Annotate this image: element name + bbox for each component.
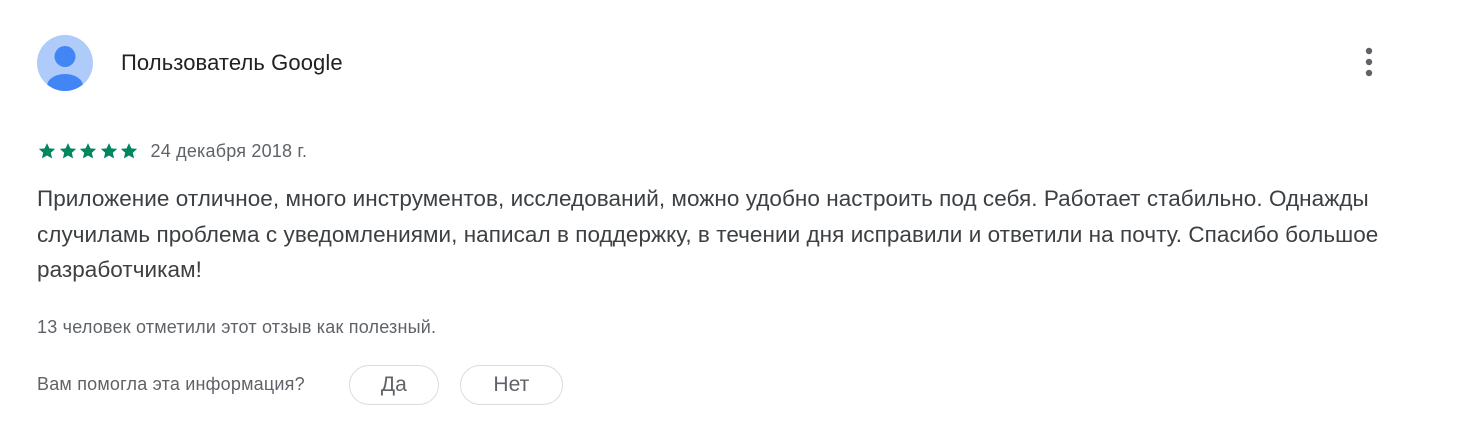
avatar [37,35,93,91]
review-date: 24 декабря 2018 г. [150,140,308,161]
more-options-button[interactable] [1352,45,1386,79]
star-rating [37,141,140,161]
helpfulness-prompt: Вам помогла эта информация? Да Нет [37,363,563,406]
review-meta: 24 декабря 2018 г. [37,138,307,164]
star-filled-icon [120,143,138,159]
more-vert-icon [1365,47,1373,77]
review-header: Пользователь Google [37,35,343,91]
helpfulness-question: Вам помогла эта информация? [37,374,305,394]
review-card: Пользователь Google 24 декабря 2018 г. П… [0,0,1484,425]
star-filled-icon [59,143,76,159]
yes-button[interactable]: Да [348,364,439,405]
star-filled-icon [79,143,97,159]
person-icon [47,46,83,91]
review-author: Пользователь Google [121,50,343,75]
no-button[interactable]: Нет [459,364,563,405]
star-filled-icon [38,143,56,159]
review-text: Приложение отличное, много инструментов,… [37,186,1379,282]
helpful-count: 13 человек отметили этот отзыв как полез… [37,317,437,337]
star-filled-icon [100,143,117,159]
